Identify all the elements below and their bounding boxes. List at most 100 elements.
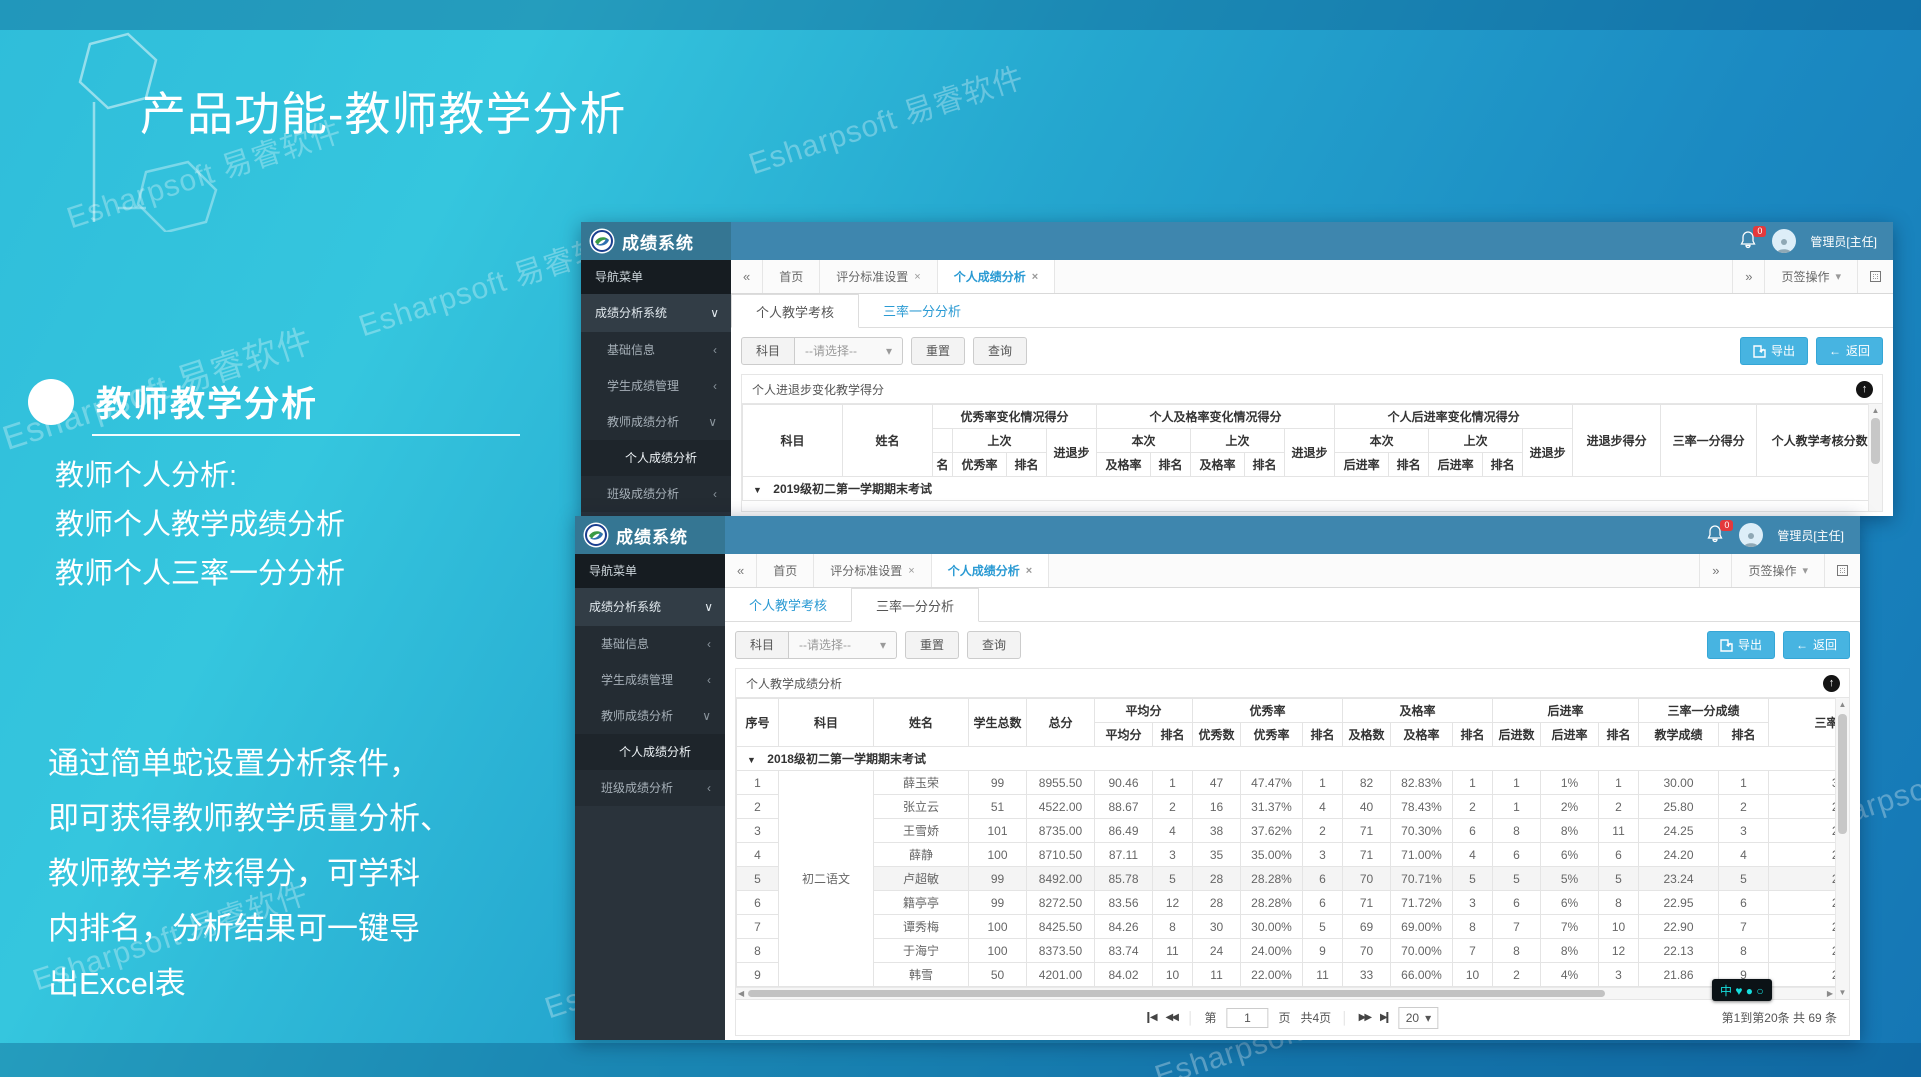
subject-select[interactable]: --请选择-- ▾	[795, 337, 903, 365]
close-icon[interactable]: ×	[1026, 565, 1032, 577]
panel-collapse-button[interactable]: ↑	[1856, 381, 1873, 398]
filter-toolbar: 科目 --请选择-- ▾ 重置 查询 导出	[731, 328, 1893, 374]
collapse-tabs-button[interactable]: «	[731, 260, 763, 293]
subtab-personal-assessment[interactable]: 个人教学考核	[725, 588, 851, 621]
user-name[interactable]: 管理员[主任]	[1777, 527, 1844, 544]
table-row[interactable]: 8于海宁1008373.5083.74112424.00%97070.00%78…	[737, 939, 1851, 963]
subtab-three-rates[interactable]: 三率一分分析	[859, 294, 985, 327]
subject-select[interactable]: --请选择-- ▾	[789, 631, 897, 659]
expand-tabs-button[interactable]: »	[1732, 260, 1764, 293]
col-exc-rate: 优秀率	[1241, 723, 1303, 747]
sidebar-item-label: 个人成绩分析	[619, 734, 691, 770]
notifications-button[interactable]: 0	[1740, 231, 1758, 251]
sidebar-title: 导航菜单	[581, 260, 731, 294]
sidebar-item-teacher-analysis[interactable]: 教师成绩分析 ∨	[581, 404, 731, 440]
tab-home[interactable]: 首页	[757, 554, 814, 587]
close-icon[interactable]: ×	[914, 271, 920, 283]
sidebar-item-teacher-analysis[interactable]: 教师成绩分析 ∨	[575, 698, 725, 734]
ime-toolbar-overlay[interactable]: 中 ♥ ● ○	[1712, 979, 1772, 1001]
tab-scoring-settings[interactable]: 评分标准设置 ×	[814, 554, 931, 587]
table-cell: 3	[1719, 819, 1769, 843]
panel-collapse-button[interactable]: ↑	[1823, 675, 1840, 692]
table-cell: 4	[1453, 843, 1493, 867]
sidebar-item-personal-analysis[interactable]: 个人成绩分析	[575, 734, 725, 770]
sidebar-item-class-analysis[interactable]: 班级成绩分析 ‹	[575, 770, 725, 806]
scroll-left-arrow[interactable]: ◀	[738, 988, 744, 1000]
sidebar-item-personal-analysis[interactable]: 个人成绩分析	[581, 440, 731, 476]
sidebar-item-student-scores[interactable]: 学生成绩管理 ‹	[581, 368, 731, 404]
tab-personal-analysis[interactable]: 个人成绩分析 ×	[938, 260, 1055, 293]
fullscreen-button[interactable]	[1857, 260, 1893, 293]
scroll-down-arrow[interactable]: ▼	[1836, 986, 1849, 999]
tab-scoring-settings[interactable]: 评分标准设置 ×	[820, 260, 937, 293]
app-brand-label: 成绩系统	[622, 229, 694, 254]
export-label: 导出	[1738, 632, 1762, 658]
scroll-up-arrow[interactable]: ▲	[1836, 698, 1849, 711]
sidebar-item-student-scores[interactable]: 学生成绩管理 ‹	[575, 662, 725, 698]
query-button[interactable]: 查询	[967, 631, 1021, 659]
scrollbar-thumb[interactable]	[1838, 714, 1847, 834]
col-group-excellent: 优秀率变化情况得分	[933, 405, 1097, 429]
sidebar-item-analysis-system[interactable]: 成绩分析系统 ∨	[581, 294, 731, 332]
prev-page-button[interactable]: ◀◀	[1166, 1012, 1177, 1023]
avatar[interactable]	[1772, 229, 1796, 253]
last-page-button[interactable]: ▶	[1380, 1012, 1389, 1023]
vertical-scrollbar[interactable]: ▲ ▼	[1835, 698, 1849, 999]
query-button[interactable]: 查询	[973, 337, 1027, 365]
sidebar-item-class-analysis[interactable]: 班级成绩分析 ‹	[581, 476, 731, 512]
sidebar-item-basic-info[interactable]: 基础信息 ‹	[581, 332, 731, 368]
tab-personal-analysis[interactable]: 个人成绩分析 ×	[932, 554, 1049, 587]
avatar[interactable]	[1739, 523, 1763, 547]
tab-operations-dropdown[interactable]: 页签操作 ▾	[1731, 554, 1824, 587]
back-button[interactable]: ← 返回	[1783, 631, 1850, 659]
sidebar-item-analysis-system[interactable]: 成绩分析系统 ∨	[575, 588, 725, 626]
table-row[interactable]: 1初二语文薛玉荣998955.5090.4614747.47%18282.83%…	[737, 771, 1851, 795]
table-row[interactable]: 2张立云514522.0088.6721631.37%44078.43%212%…	[737, 795, 1851, 819]
table-cell: 2	[1153, 795, 1193, 819]
close-icon[interactable]: ×	[1032, 271, 1038, 283]
tab-label: 个人成绩分析	[948, 562, 1020, 579]
table-cell: 2	[1303, 819, 1343, 843]
first-page-button[interactable]: ◀	[1147, 1012, 1156, 1023]
table-row[interactable]: 5卢超敏998492.0085.7852828.28%67070.71%555%…	[737, 867, 1851, 891]
reset-button[interactable]: 重置	[911, 337, 965, 365]
horizontal-scrollbar[interactable]: ◀ ▶	[736, 987, 1835, 999]
subtab-personal-assessment[interactable]: 个人教学考核	[731, 294, 859, 328]
vertical-scrollbar[interactable]: ▲	[1868, 404, 1882, 511]
close-icon[interactable]: ×	[908, 565, 914, 577]
scroll-right-arrow[interactable]: ▶	[1827, 988, 1833, 1000]
exam-group-row[interactable]: ▼ 2018级初二第一学期期末考试	[737, 747, 1851, 771]
tab-operations-dropdown[interactable]: 页签操作 ▾	[1764, 260, 1857, 293]
page-number-input[interactable]	[1226, 1008, 1268, 1028]
table-row[interactable]: 4薛静1008710.5087.1133535.00%37171.00%466%…	[737, 843, 1851, 867]
panel-header: 个人进退步变化教学得分 ↑	[741, 374, 1883, 404]
table-row[interactable]: 3王雪娇1018735.0086.4943837.62%27170.30%688…	[737, 819, 1851, 843]
exam-group-row[interactable]: ▼ 2019级初二第一学期期末考试	[743, 477, 1883, 501]
notifications-button[interactable]: 0	[1707, 525, 1725, 545]
scrollbar-thumb[interactable]	[748, 990, 1605, 997]
table-row[interactable]: 9韩雪504201.0084.02101122.00%113366.00%102…	[737, 963, 1851, 987]
collapse-tabs-button[interactable]: «	[725, 554, 757, 587]
chevron-left-icon: ‹	[707, 770, 711, 806]
table-cell: 28.28%	[1241, 891, 1303, 915]
expand-tabs-button[interactable]: »	[1699, 554, 1731, 587]
col-clipped-rank: 名	[933, 453, 953, 477]
export-button[interactable]: 导出	[1707, 631, 1775, 659]
table-cell: 12	[1153, 891, 1193, 915]
col-behind-count: 后进数	[1493, 723, 1541, 747]
table-row[interactable]: 7谭秀梅1008425.5084.2683030.00%56969.00%877…	[737, 915, 1851, 939]
subtab-three-rates[interactable]: 三率一分分析	[851, 588, 979, 622]
page-size-select[interactable]: 20 ▾	[1399, 1007, 1438, 1029]
scrollbar-thumb[interactable]	[1871, 418, 1880, 464]
tab-home[interactable]: 首页	[763, 260, 820, 293]
next-page-button[interactable]: ▶▶	[1359, 1012, 1370, 1023]
progress-score-table: 科目 姓名 优秀率变化情况得分 个人及格率变化情况得分 个人后进率变化情况得分 …	[742, 404, 1883, 501]
scroll-up-arrow[interactable]: ▲	[1869, 404, 1882, 417]
reset-button[interactable]: 重置	[905, 631, 959, 659]
fullscreen-button[interactable]	[1824, 554, 1860, 587]
back-button[interactable]: ← 返回	[1816, 337, 1883, 365]
sidebar-item-basic-info[interactable]: 基础信息 ‹	[575, 626, 725, 662]
table-row[interactable]: 6籍亭亭998272.5083.56122828.28%67171.72%366…	[737, 891, 1851, 915]
user-name[interactable]: 管理员[主任]	[1810, 233, 1877, 250]
export-button[interactable]: 导出	[1740, 337, 1808, 365]
